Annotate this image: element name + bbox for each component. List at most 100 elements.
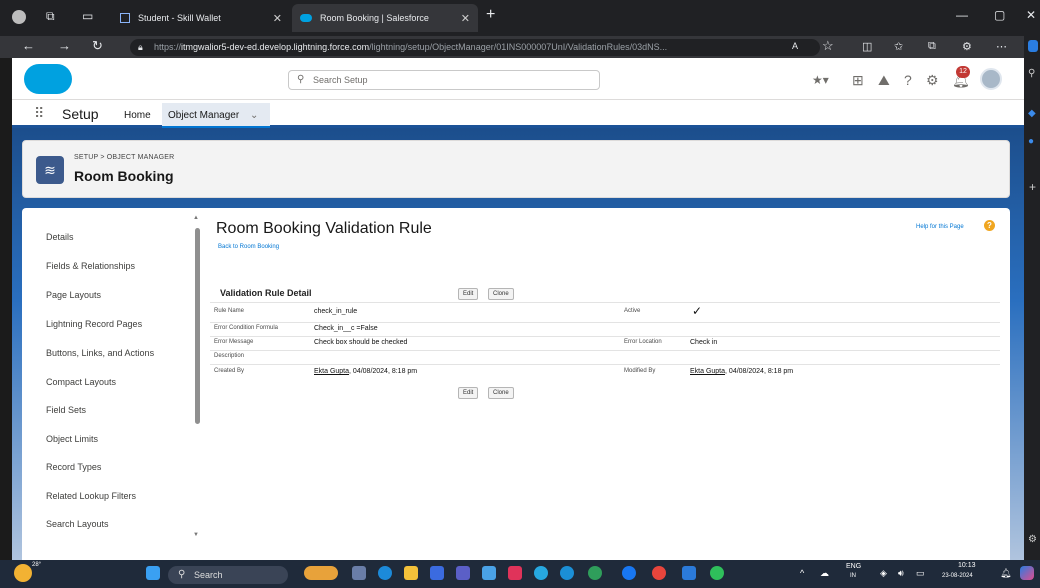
tab-skill-wallet[interactable]: Student - Skill Wallet ✕ <box>112 4 290 32</box>
opera-taskbar-icon[interactable] <box>652 566 666 580</box>
clock-time[interactable]: 10:13 <box>958 562 976 569</box>
nav-item-details[interactable]: Details <box>46 232 74 242</box>
tab-close-icon[interactable]: ✕ <box>273 12 282 25</box>
tray-lang[interactable]: ENG <box>846 563 861 570</box>
workspaces-icon[interactable]: ⧉ <box>46 9 55 24</box>
windows-start-icon[interactable] <box>146 566 160 580</box>
edit-button-bottom[interactable]: Edit <box>458 387 479 399</box>
detail-divider <box>210 350 1000 351</box>
back-to-room-booking-link[interactable]: Back to Room Booking <box>218 244 279 250</box>
notes-taskbar-icon[interactable] <box>682 566 696 580</box>
clone-button[interactable]: Clone <box>488 288 514 300</box>
collections-icon[interactable]: ⧉ <box>928 40 936 53</box>
tab-room-booking[interactable]: Room Booking | Salesforce ✕ <box>292 4 478 32</box>
app-launcher-icon[interactable]: ⠿ <box>34 105 44 122</box>
restore-button[interactable]: ▢ <box>994 8 1005 22</box>
file-explorer-icon[interactable] <box>404 566 418 580</box>
taskbar-search-box[interactable]: ⚲ Search <box>168 566 288 584</box>
minimize-button[interactable]: — <box>956 8 968 22</box>
tray-chevron-up-icon[interactable]: ^ <box>800 568 804 578</box>
whatsapp-taskbar-icon[interactable] <box>710 566 724 580</box>
tab-label: Object Manager <box>168 110 240 121</box>
global-actions-icon[interactable]: ⊞ <box>852 72 864 89</box>
photos-taskbar-icon[interactable] <box>482 566 496 580</box>
trailhead-icon[interactable]: ⛰ <box>878 72 890 89</box>
search-icon: ⚲ <box>178 569 186 580</box>
taskbar-widget-icon[interactable] <box>304 566 338 580</box>
nav-item-search-layouts[interactable]: Search Layouts <box>46 519 109 529</box>
search-sidebar-icon[interactable]: ⚲ <box>1028 68 1035 79</box>
nav-item-field-sets[interactable]: Field Sets <box>46 405 86 415</box>
help-for-this-page-link[interactable]: Help for this Page <box>916 224 964 230</box>
wifi-icon[interactable]: ◈ <box>880 568 887 579</box>
reload-icon[interactable]: ↻ <box>92 38 103 54</box>
teams-taskbar-icon[interactable] <box>456 566 470 580</box>
copilot-icon[interactable] <box>1028 40 1038 52</box>
facebook-taskbar-icon[interactable] <box>622 566 636 580</box>
help-icon[interactable]: ? <box>904 72 912 88</box>
nav-item-object-limits[interactable]: Object Limits <box>46 434 98 444</box>
scroll-thumb[interactable] <box>195 228 200 424</box>
edit-button[interactable]: Edit <box>458 288 479 300</box>
extensions-icon[interactable]: ⚙ <box>962 40 972 53</box>
weather-icon[interactable] <box>14 564 32 582</box>
nav-item-fields-relationships[interactable]: Fields & Relationships <box>46 261 135 271</box>
app-taskbar-icon[interactable] <box>588 566 602 580</box>
tab-object-manager[interactable]: Object Manager ⌄ <box>162 103 270 128</box>
nav-item-page-layouts[interactable]: Page Layouts <box>46 290 101 300</box>
clock-date: 23-08-2024 <box>942 573 973 579</box>
mail-taskbar-icon[interactable] <box>508 566 522 580</box>
error-message-value: Check box should be checked <box>314 339 408 346</box>
chrome-taskbar-icon[interactable] <box>534 566 548 580</box>
browser-taskbar-icon[interactable] <box>560 566 574 580</box>
add-sidebar-icon[interactable]: + <box>1029 180 1036 194</box>
read-aloud-icon[interactable]: A <box>792 41 798 51</box>
detail-divider <box>210 302 1000 303</box>
task-view-icon[interactable] <box>352 566 366 580</box>
modified-by-user-link[interactable]: Ekta Gupta <box>690 368 725 375</box>
copilot-taskbar-icon[interactable] <box>1020 566 1034 580</box>
sidebar-settings-icon[interactable]: ⚙ <box>1028 534 1037 545</box>
store-taskbar-icon[interactable] <box>430 566 444 580</box>
back-arrow-icon[interactable]: ← <box>22 38 35 53</box>
salesforce-logo[interactable] <box>24 64 72 94</box>
tab-close-icon[interactable]: ✕ <box>461 12 470 25</box>
volume-icon[interactable]: 🔊︎ <box>898 568 904 579</box>
nav-item-lightning-record-pages[interactable]: Lightning Record Pages <box>46 319 142 329</box>
split-screen-icon[interactable]: ◫ <box>862 40 872 53</box>
tab-actions-icon[interactable]: ▭ <box>82 9 93 23</box>
nav-item-record-types[interactable]: Record Types <box>46 462 101 472</box>
notification-center-icon[interactable]: 🔔︎ <box>1000 568 1011 579</box>
search-icon: ⚲ <box>297 74 305 85</box>
avatar[interactable] <box>980 68 1002 90</box>
edge-taskbar-icon[interactable] <box>378 566 392 580</box>
window-close-button[interactable]: ✕ <box>1026 8 1036 22</box>
nav-item-related-lookup-filters[interactable]: Related Lookup Filters <box>46 491 136 501</box>
tray-app-icon[interactable]: ☁ <box>820 568 829 579</box>
setup-gear-icon[interactable]: ⚙ <box>926 72 939 89</box>
chevron-down-icon[interactable]: ⌄ <box>250 110 258 121</box>
tools-sidebar-icon[interactable]: ● <box>1028 136 1034 147</box>
favorites-star-icon[interactable]: ★▾ <box>812 73 829 87</box>
created-by-user-link[interactable]: Ekta Gupta <box>314 368 349 375</box>
url-field[interactable]: 🔒︎ https://itmgwalior5-dev-ed.develop.li… <box>130 39 820 56</box>
new-tab-button[interactable]: + <box>486 6 495 24</box>
breadcrumb[interactable]: SETUP > OBJECT MANAGER <box>74 154 174 161</box>
forward-arrow-icon[interactable]: → <box>58 38 71 53</box>
url-host: itmgwalior5-dev-ed.develop.lightning.for… <box>181 42 370 52</box>
more-menu-icon[interactable]: ⋯ <box>996 40 1007 53</box>
scroll-up-arrow-icon[interactable]: ▲ <box>193 215 199 221</box>
nav-item-buttons-links-actions[interactable]: Buttons, Links, and Actions <box>46 348 154 358</box>
favorites-icon[interactable]: ✩ <box>894 40 903 53</box>
help-circle-icon[interactable]: ? <box>984 220 995 231</box>
battery-icon[interactable]: ▭ <box>916 568 925 579</box>
validation-rule-title: Room Booking Validation Rule <box>216 220 432 237</box>
clone-button-bottom[interactable]: Clone <box>488 387 514 399</box>
search-setup-input[interactable]: ⚲ Search Setup <box>288 70 600 90</box>
shopping-sidebar-icon[interactable]: ◆ <box>1028 108 1036 119</box>
profile-icon[interactable] <box>12 10 26 24</box>
favorite-star-icon[interactable]: ☆ <box>822 38 834 54</box>
nav-item-compact-layouts[interactable]: Compact Layouts <box>46 377 116 387</box>
tab-home[interactable]: Home <box>124 110 151 121</box>
scroll-down-arrow-icon[interactable]: ▼ <box>193 532 199 538</box>
